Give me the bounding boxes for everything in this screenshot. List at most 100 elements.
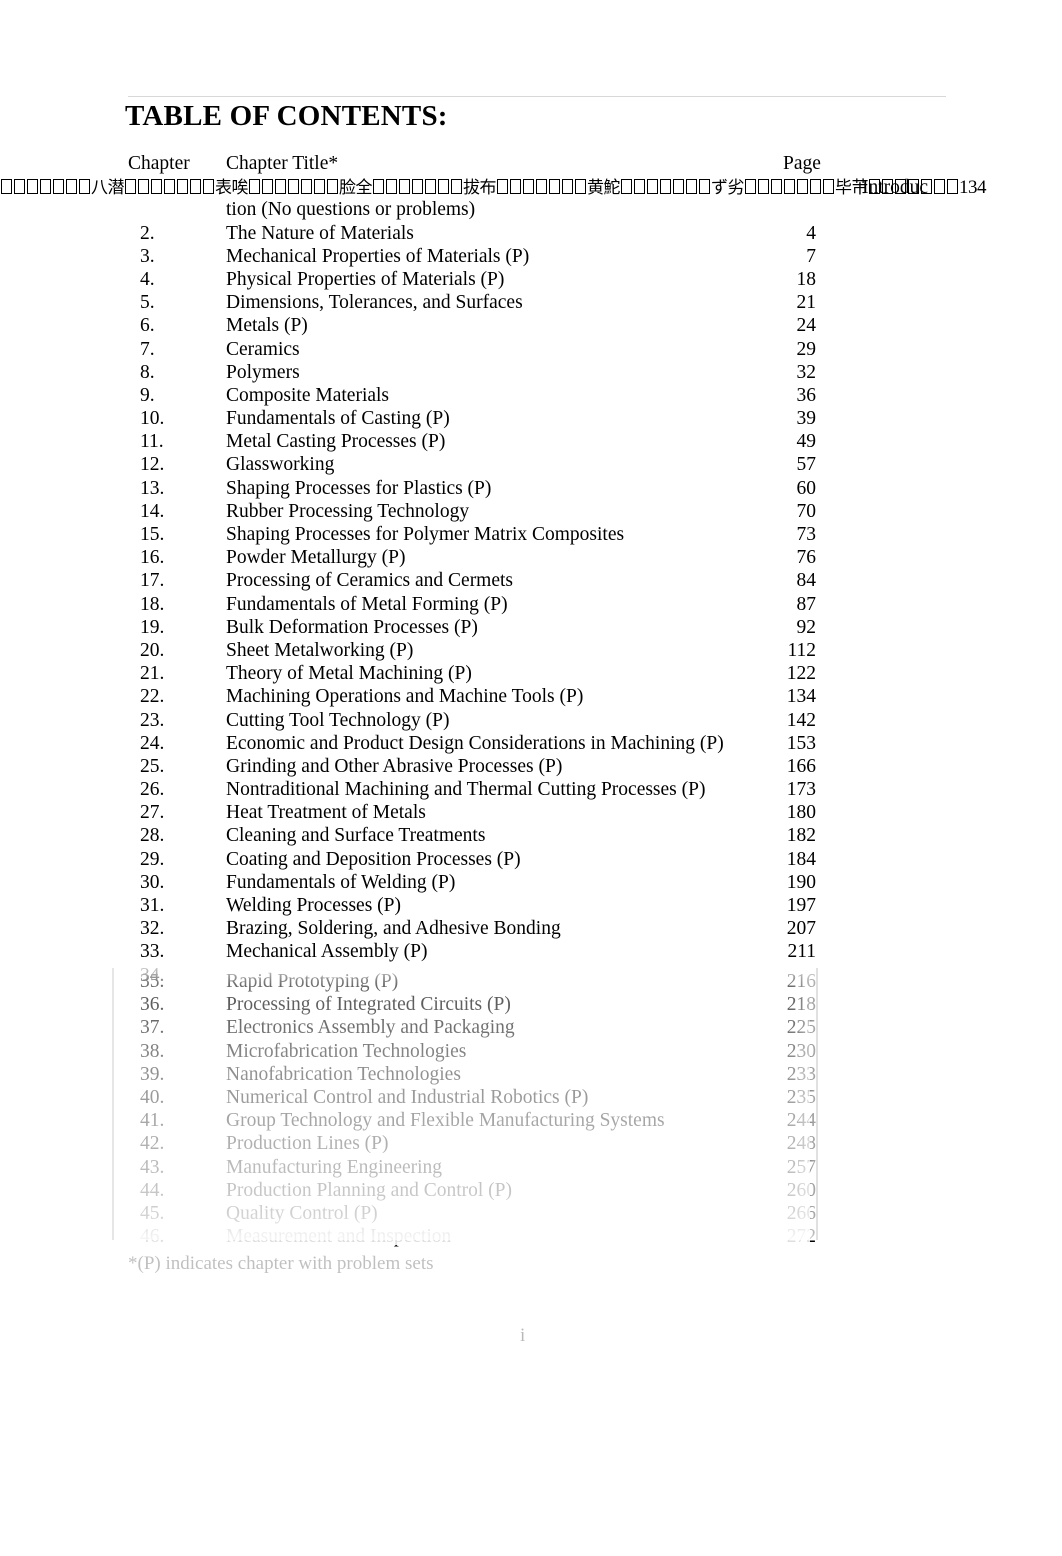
- table-row: 8. Polymers 32: [128, 361, 828, 384]
- chapter-page: 29: [796, 338, 817, 360]
- chapter-number: 44.: [140, 1179, 165, 1201]
- chapter-page: 216: [786, 971, 816, 992]
- chapter-page: 134: [786, 686, 816, 708]
- chapter-title: Mechanical Assembly (P): [226, 941, 428, 963]
- chapter-number: 15.: [140, 524, 165, 545]
- chapter-number: 30.: [140, 871, 165, 893]
- chapter-title: Nontraditional Machining and Thermal Cut…: [226, 779, 706, 801]
- chapter-page: 142: [786, 709, 816, 731]
- chapter-title: Bulk Deformation Processes (P): [226, 616, 478, 638]
- chapter-page: 60: [796, 477, 817, 499]
- chapter-title: Welding Processes (P): [226, 895, 401, 916]
- chapter-page: 235: [786, 1086, 816, 1108]
- chapter-page: 230: [786, 1040, 816, 1062]
- chapter-number: 29.: [140, 848, 165, 870]
- chapter-page: 182: [786, 825, 816, 847]
- chapter-page: 190: [786, 871, 816, 893]
- chapter-number: 31.: [140, 895, 165, 916]
- chapter-title: Metals (P): [226, 315, 308, 337]
- chapter-page: 233: [786, 1063, 816, 1085]
- chapter-page: 7: [806, 245, 816, 267]
- chapter-page: 180: [786, 802, 816, 824]
- table-row: 16. Powder Metallurgy (P) 76: [128, 546, 828, 569]
- table-row: 18. Fundamentals of Metal Forming (P) 87: [128, 593, 828, 616]
- chapter-title: Electronics Assembly and Packaging: [226, 1017, 515, 1039]
- table-row: 9. Composite Materials 36: [128, 384, 828, 407]
- chapter-title: Processing of Ceramics and Cermets: [226, 570, 514, 592]
- table-row: 31. Welding Processes (P) 197: [128, 894, 828, 917]
- chapter-page: 260: [786, 1179, 816, 1201]
- table-row: 42. Production Lines (P) 248: [128, 1132, 828, 1155]
- chapter-number: 24.: [140, 732, 165, 754]
- table-row: 40. Numerical Control and Industrial Rob…: [128, 1086, 828, 1109]
- chapter-page: 39: [796, 408, 817, 430]
- toc-row-continuation: tion (No questions or problems): [128, 198, 828, 221]
- chapter-page: 76: [796, 547, 817, 569]
- column-header-chapter: Chapter: [128, 153, 190, 174]
- table-row: 26. Nontraditional Machining and Thermal…: [128, 778, 828, 801]
- chapter-page: 24: [796, 315, 817, 337]
- chapter-title: Group Technology and Flexible Manufactur…: [226, 1110, 665, 1132]
- chapter-title: Shaping Processes for Polymer Matrix Com…: [226, 524, 625, 545]
- chapter-title: Theory of Metal Machining (P): [226, 663, 472, 685]
- table-row: 38. Microfabrication Technologies 230: [128, 1040, 828, 1063]
- chapter-title: Cutting Tool Technology (P): [226, 709, 450, 731]
- toc-header-row: Chapter Chapter Title* Page: [128, 152, 828, 175]
- table-row: 13. Shaping Processes for Plastics (P) 6…: [128, 477, 828, 500]
- table-row: 19. Bulk Deformation Processes (P) 92: [128, 616, 828, 639]
- chapter-title: Cleaning and Surface Treatments: [226, 825, 486, 847]
- table-row: 6. Metals (P) 24: [128, 314, 828, 337]
- top-rule-artifact: [128, 96, 946, 97]
- chapter-page: 211: [787, 941, 816, 963]
- table-row: 46. Measurement and Inspection 272: [128, 1225, 828, 1248]
- chapter-number: 40.: [140, 1086, 165, 1108]
- chapter-number: 41.: [140, 1110, 165, 1132]
- chapter-title: Ceramics: [226, 338, 300, 360]
- chapter-number: 13.: [140, 477, 165, 499]
- chapter-title: Microfabrication Technologies: [226, 1040, 467, 1062]
- chapter-title: Numerical Control and Industrial Robotic…: [226, 1086, 589, 1108]
- chapter-number: 32.: [140, 918, 165, 940]
- chapter-page: 207: [786, 918, 816, 940]
- chapter-number: 16.: [140, 547, 165, 569]
- chapter-number: 23.: [140, 709, 165, 731]
- chapter-number: 36.: [140, 994, 165, 1016]
- chapter-title: Mechanical Properties of Materials (P): [226, 245, 530, 267]
- chapter-number: 8.: [140, 361, 155, 383]
- chapter-number: 5.: [140, 292, 155, 314]
- chapter-number: 9.: [140, 384, 155, 406]
- chapter-title: Measurement and Inspection: [226, 1226, 452, 1248]
- chapter-title: Production Planning and Control (P): [226, 1179, 512, 1201]
- faded-table-section: 35. Rapid Prototyping (P) 216 36. Proces…: [128, 970, 828, 1248]
- chapter-title: Brazing, Soldering, and Adhesive Bonding: [226, 918, 561, 940]
- chapter-number: 3.: [140, 245, 155, 267]
- chapter-page: 266: [786, 1202, 816, 1224]
- table-row: 21. Theory of Metal Machining (P) 122: [128, 662, 828, 685]
- chapter-page: 166: [786, 755, 816, 777]
- toc-continuation-text: tion (No questions or problems): [226, 199, 476, 221]
- chapter-page: 21: [796, 292, 817, 314]
- table-row: 17. Processing of Ceramics and Cermets 8…: [128, 569, 828, 592]
- chapter-page: 244: [786, 1110, 816, 1132]
- chapter-title: Coating and Deposition Processes (P): [226, 848, 521, 870]
- chapter-number: 45.: [140, 1202, 165, 1224]
- table-row: 30. Fundamentals of Welding (P) 190: [128, 871, 828, 894]
- chapter-page: 18: [796, 268, 817, 290]
- table-row: 7. Ceramics 29: [128, 338, 828, 361]
- table-row: 4. Physical Properties of Materials (P) …: [128, 268, 828, 291]
- chapter-number: 27.: [140, 802, 165, 824]
- table-row: 35. Rapid Prototyping (P) 216: [128, 970, 828, 993]
- chapter-title: Shaping Processes for Plastics (P): [226, 477, 492, 499]
- chapter-number: 46.: [140, 1226, 165, 1248]
- table-row: 32. Brazing, Soldering, and Adhesive Bon…: [128, 917, 828, 940]
- chapter-number: 12.: [140, 454, 165, 476]
- chapter-title: Machining Operations and Machine Tools (…: [226, 686, 584, 708]
- table-row: 41. Group Technology and Flexible Manufa…: [128, 1109, 828, 1132]
- chapter-number: 18.: [140, 593, 165, 615]
- corrupted-line-page: 134: [959, 177, 987, 198]
- table-row: 24. Economic and Product Design Consider…: [128, 732, 828, 755]
- chapter-page: 218: [786, 994, 816, 1016]
- chapter-number: 2.: [140, 222, 155, 244]
- chapter-page: 173: [786, 779, 816, 801]
- chapter-number: 4.: [140, 268, 155, 290]
